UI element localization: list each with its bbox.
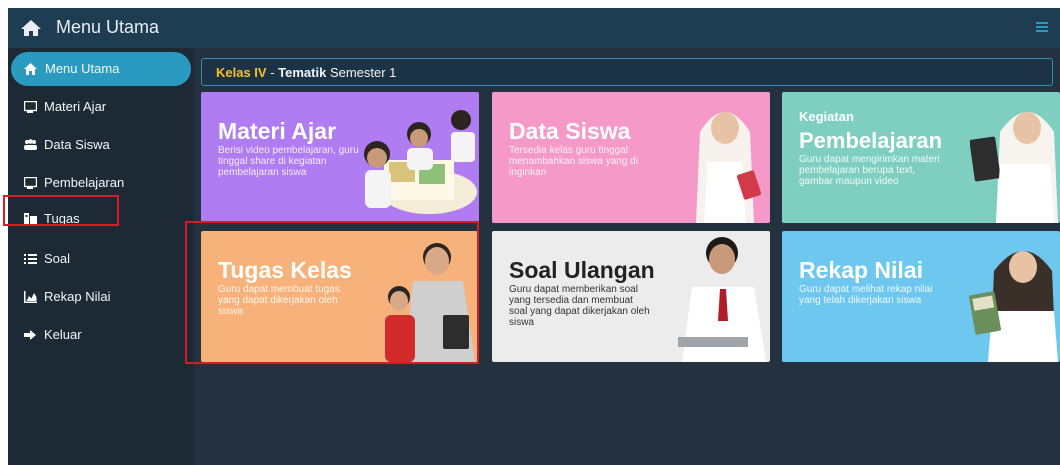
sidebar-item-pembelajaran[interactable]: Pembelajaran <box>8 168 194 198</box>
card-desc-line: Guru dapat mengirimkan materi <box>799 154 940 165</box>
card-title: Pembelajaran <box>799 128 943 153</box>
card-desc-line: Guru dapat melihat rekap nilai <box>799 284 933 295</box>
card-desc-line: Tersedia kelas guru tinggal <box>509 145 628 156</box>
card-desc-line: gambar maupun video <box>799 176 899 187</box>
students-reading-illustration <box>364 110 477 214</box>
card-description: Guru dapat mengirimkan materi pembelajar… <box>799 154 940 187</box>
card-desc-line: siswa <box>509 317 535 328</box>
menu-icon[interactable] <box>1036 21 1048 33</box>
card-description: Guru dapat melihat rekap nilai yang tela… <box>799 284 932 306</box>
student-hijab-illustration <box>696 112 762 223</box>
card-description: Guru dapat memberikan soal yang tersedia… <box>509 284 650 328</box>
sidebar-item-soal[interactable]: Soal <box>8 244 194 274</box>
area-chart-icon <box>24 291 37 303</box>
card-materi-ajar[interactable]: Materi Ajar Berisi video pembelajaran, g… <box>201 92 479 223</box>
card-soal-ulangan[interactable]: Soal Ulangan Guru dapat memberikan soal … <box>492 231 770 362</box>
sidebar-item-label: Data Siswa <box>44 137 110 152</box>
breadcrumb-separator: - <box>266 65 279 80</box>
card-title: Data Siswa <box>509 118 631 144</box>
card-rekap-nilai[interactable]: Rekap Nilai Guru dapat melihat rekap nil… <box>782 231 1060 362</box>
student-laptop-illustration <box>970 112 1058 223</box>
sign-out-icon <box>24 330 36 340</box>
sidebar-item-label: Pembelajaran <box>44 175 125 190</box>
card-desc-line: tinggal share di kegiatan <box>218 156 327 167</box>
card-kicker: Kegiatan <box>799 109 854 124</box>
card-kegiatan-pembelajaran[interactable]: Kegiatan Pembelajaran Guru dapat mengiri… <box>782 92 1060 223</box>
chalkboard-icon <box>24 101 37 113</box>
highlight-tugas-kelas-card <box>185 221 479 364</box>
sidebar-item-label: Menu Utama <box>45 61 120 76</box>
card-desc-line: inginkan <box>509 167 547 178</box>
breadcrumb-semester: Semester 1 <box>326 65 397 80</box>
app-window: Menu Utama Menu Utama Materi Ajar Data S… <box>8 8 1060 465</box>
breadcrumb: Kelas IV - Tematik Semester 1 <box>201 58 1053 86</box>
card-desc-line: pembelajaran berupa text, <box>799 165 916 176</box>
chalkboard-icon <box>24 177 37 189</box>
sidebar-item-data-siswa[interactable]: Data Siswa <box>8 130 194 160</box>
card-description: Berisi video pembelajaran, guru tinggal … <box>218 145 359 178</box>
card-desc-line: menambahkan siswa yang di <box>509 156 638 167</box>
card-desc-line: yang telah dikerjakan siswa <box>799 295 922 306</box>
breadcrumb-kelas: Kelas IV <box>216 65 267 80</box>
highlight-tugas-sidebar <box>3 195 119 226</box>
card-desc-line: pembelajaran siswa <box>218 167 307 178</box>
sidebar-item-keluar[interactable]: Keluar <box>8 320 194 350</box>
card-title: Rekap Nilai <box>799 257 923 283</box>
list-icon <box>24 254 37 264</box>
sidebar: Menu Utama Materi Ajar Data Siswa Pembel… <box>8 48 194 465</box>
home-icon[interactable] <box>20 19 42 37</box>
breadcrumb-tema: Tematik <box>278 65 327 80</box>
card-desc-line: Berisi video pembelajaran, guru <box>218 145 359 156</box>
top-bar: Menu Utama <box>8 8 1060 48</box>
sidebar-item-rekap-nilai[interactable]: Rekap Nilai <box>8 282 194 312</box>
card-title: Soal Ulangan <box>509 257 655 283</box>
sidebar-item-label: Soal <box>44 251 71 266</box>
card-description: Tersedia kelas guru tinggal menambahkan … <box>509 145 638 178</box>
sidebar-item-label: Rekap Nilai <box>44 289 111 304</box>
app-title: Menu Utama <box>56 17 160 37</box>
users-icon <box>24 139 37 150</box>
card-data-siswa[interactable]: Data Siswa Tersedia kelas guru tinggal m… <box>492 92 770 223</box>
sidebar-item-menu-utama[interactable]: Menu Utama <box>11 52 191 86</box>
student-uniform-illustration <box>678 237 766 362</box>
card-title: Materi Ajar <box>218 118 337 144</box>
sidebar-item-label: Materi Ajar <box>44 99 107 114</box>
student-book-illustration <box>969 251 1058 362</box>
home-icon <box>24 63 37 75</box>
card-desc-line: Guru dapat memberikan soal <box>509 284 638 295</box>
sidebar-item-label: Keluar <box>44 327 82 342</box>
sidebar-item-materi-ajar[interactable]: Materi Ajar <box>8 92 194 122</box>
card-desc-line: yang tersedia dan membuat <box>509 295 633 306</box>
card-desc-line: soal yang dapat dikerjakan oleh <box>509 306 650 317</box>
